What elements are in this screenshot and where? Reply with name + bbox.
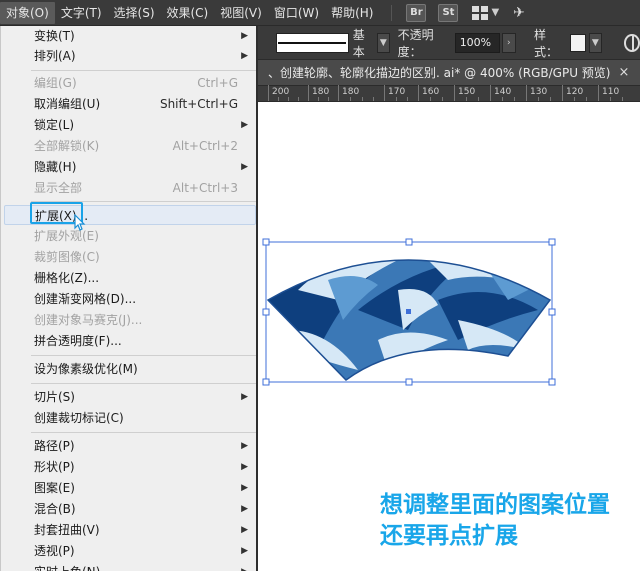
menu-divider xyxy=(31,432,256,433)
opacity-label: 不透明度： xyxy=(397,27,434,59)
menu-item-show-all[interactable]: 显示全部 Alt+Ctrl+3 xyxy=(1,178,256,198)
ruler-label: 200 xyxy=(272,87,290,97)
menu-item-expand-appearance[interactable]: 扩展外观(E) xyxy=(1,226,256,246)
submenu-arrow-icon: ▶ xyxy=(241,162,248,172)
menu-item-ungroup[interactable]: 取消编组(U) Shift+Ctrl+G xyxy=(1,94,256,114)
document-tab-title: 、创建轮廓、轮廓化描边的区别. ai* @ 400% (RGB/GPU 预览) xyxy=(268,66,611,80)
style-label: 样式： xyxy=(533,27,558,59)
ruler-label: 120 xyxy=(566,87,584,97)
menu-item-trim-marks[interactable]: 创建裁切标记(C) xyxy=(1,408,256,428)
submenu-arrow-icon: ▶ xyxy=(241,120,248,130)
menu-divider xyxy=(31,383,256,384)
stroke-style-label: 基本 xyxy=(352,27,365,59)
menu-type[interactable]: 文字(T) xyxy=(55,2,108,24)
caption-line-1: 想调整里面的图案位置 xyxy=(380,492,610,518)
ruler-label: 180 xyxy=(312,87,330,97)
control-bar: 基本 ▼ 不透明度： 100% › 样式： ▼ xyxy=(258,26,640,60)
ruler-label: 150 xyxy=(458,87,476,97)
graphic-style-swatch[interactable] xyxy=(569,33,586,52)
opacity-input[interactable]: 100% xyxy=(454,32,500,53)
menu-item-perspective[interactable]: 透视(P) ▶ xyxy=(1,541,256,561)
ruler-label: 160 xyxy=(422,87,440,97)
menu-item-gradient-mesh[interactable]: 创建渐变网格(D)... xyxy=(1,289,256,309)
menu-item-flatten-transparency[interactable]: 拼合透明度(F)... xyxy=(1,331,256,351)
bridge-button[interactable]: Br xyxy=(406,3,427,22)
menu-item-pixel-perfect[interactable]: 设为像素级优化(M) xyxy=(1,359,256,379)
menu-object[interactable]: 对象(O) xyxy=(0,1,55,24)
document-tab[interactable]: 、创建轮廓、轮廓化描边的区别. ai* @ 400% (RGB/GPU 预览) … xyxy=(258,60,640,86)
submenu-arrow-icon: ▶ xyxy=(241,441,248,451)
workspace-layout-icon[interactable] xyxy=(472,5,489,20)
opacity-arrow-button[interactable]: › xyxy=(501,32,516,53)
fan-pattern-artwork[interactable] xyxy=(258,230,578,400)
menu-item-rasterize[interactable]: 栅格化(Z)... xyxy=(1,268,256,288)
menu-item-live-paint[interactable]: 实时上色(N)▶ xyxy=(1,562,256,571)
menu-view[interactable]: 视图(V) xyxy=(214,2,268,24)
menu-effect[interactable]: 效果(C) xyxy=(161,2,215,24)
horizontal-ruler[interactable]: 200 180 180 170 160 150 140 130 120 110 xyxy=(258,85,640,102)
menu-divider xyxy=(31,355,256,356)
menu-item-slice[interactable]: 切片(S) ▶ xyxy=(1,387,256,407)
menu-item-pattern[interactable]: 图案(E) ▶ xyxy=(1,478,256,498)
menu-item-transform[interactable]: 变换(T) ▶ xyxy=(1,26,256,46)
close-icon[interactable]: × xyxy=(618,65,629,80)
menu-item-crop-image[interactable]: 裁剪图像(C) xyxy=(1,247,256,267)
ruler-label: 110 xyxy=(602,87,620,97)
menubar-separator xyxy=(391,4,393,21)
submenu-arrow-icon: ▶ xyxy=(241,562,248,571)
menu-select[interactable]: 选择(S) xyxy=(108,2,161,24)
ruler-label: 180 xyxy=(342,87,360,97)
stroke-style-dropdown[interactable]: ▼ xyxy=(377,32,390,53)
submenu-arrow-icon: ▶ xyxy=(241,525,248,535)
menu-bar: 对象(O) 文字(T) 选择(S) 效果(C) 视图(V) 窗口(W) 帮助(H… xyxy=(0,0,640,26)
object-menu-dropdown: 变换(T) ▶ 排列(A) ▶ 编组(G) Ctrl+G 取消编组(U) Shift+C… xyxy=(0,26,258,571)
menu-item-group[interactable]: 编组(G) Ctrl+G xyxy=(1,73,256,93)
menu-item-hide[interactable]: 隐藏(H) ▶ xyxy=(1,157,256,177)
menu-item-path[interactable]: 路径(P) ▶ xyxy=(1,436,256,456)
menu-item-shape[interactable]: 形状(P) ▶ xyxy=(1,457,256,477)
chevron-down-icon[interactable]: ▼ xyxy=(491,7,499,18)
annotation-caption: 想调整里面的图案位置 还要再点扩展 xyxy=(380,490,635,552)
submenu-arrow-icon: ▶ xyxy=(241,462,248,472)
stock-button[interactable]: St xyxy=(438,3,459,22)
caption-line-2: 还要再点扩展 xyxy=(380,523,518,549)
submenu-arrow-icon: ▶ xyxy=(241,504,248,514)
submenu-arrow-icon: ▶ xyxy=(241,31,248,41)
menu-item-blend[interactable]: 混合(B) ▶ xyxy=(1,499,256,519)
pointer-cursor-icon xyxy=(74,214,86,231)
recolor-artwork-icon[interactable] xyxy=(623,33,640,52)
menu-help[interactable]: 帮助(H) xyxy=(325,2,379,24)
menu-item-unlock-all[interactable]: 全部解锁(K) Alt+Ctrl+2 xyxy=(1,136,256,156)
menu-item-lock[interactable]: 锁定(L) ▶ xyxy=(1,115,256,135)
rocket-icon[interactable]: ✈ xyxy=(513,5,525,21)
submenu-arrow-icon: ▶ xyxy=(241,483,248,493)
menu-item-envelope-distort[interactable]: 封套扭曲(V) ▶ xyxy=(1,520,256,540)
ruler-label: 140 xyxy=(494,87,512,97)
menu-window[interactable]: 窗口(W) xyxy=(268,2,325,24)
stroke-profile-preview[interactable] xyxy=(276,32,349,53)
submenu-arrow-icon: ▶ xyxy=(241,51,248,61)
submenu-arrow-icon: ▶ xyxy=(241,392,248,402)
menu-item-arrange[interactable]: 排列(A) ▶ xyxy=(1,46,256,66)
menu-item-object-mosaic[interactable]: 创建对象马赛克(J)... xyxy=(1,310,256,330)
ruler-label: 170 xyxy=(388,87,406,97)
menu-divider xyxy=(31,70,256,71)
submenu-arrow-icon: ▶ xyxy=(241,546,248,556)
graphic-style-dropdown[interactable]: ▼ xyxy=(589,32,602,53)
ruler-label: 130 xyxy=(530,87,548,97)
